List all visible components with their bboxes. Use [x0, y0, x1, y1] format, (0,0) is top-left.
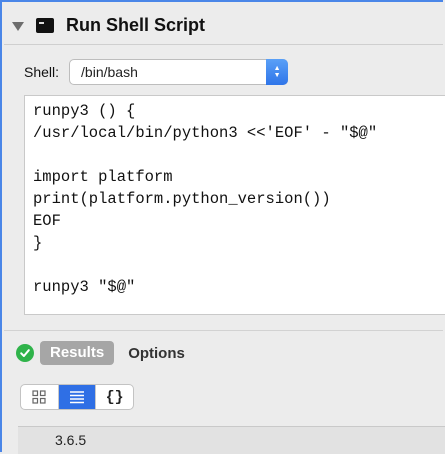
- script-editor[interactable]: runpy3 () { /usr/local/bin/python3 <<'EO…: [24, 95, 445, 315]
- results-list: 3.6.5: [18, 426, 445, 454]
- list-icon: [70, 391, 84, 404]
- header-divider: [4, 44, 443, 45]
- view-list-button[interactable]: [58, 385, 97, 409]
- view-mode-control: {}: [20, 384, 134, 410]
- tab-options[interactable]: Options: [128, 345, 185, 362]
- shell-row: Shell: /bin/bash ▲ ▼: [24, 59, 289, 85]
- script-line: [33, 254, 440, 276]
- view-icon-grid-button[interactable]: [21, 385, 59, 409]
- checkmark-circle-icon: [16, 344, 34, 362]
- script-line: }: [33, 234, 43, 252]
- script-line: print(platform.python_version()): [33, 190, 331, 208]
- action-title: Run Shell Script: [66, 14, 206, 35]
- script-line: runpy3 () {: [33, 102, 136, 120]
- terminal-icon: [36, 17, 54, 33]
- chevron-up-down-icon[interactable]: ▲ ▼: [266, 59, 289, 85]
- shell-label: Shell:: [24, 64, 60, 80]
- shell-select[interactable]: /bin/bash ▲ ▼: [69, 59, 289, 85]
- view-braces-button[interactable]: {}: [96, 385, 133, 409]
- tab-results[interactable]: Results: [40, 341, 115, 365]
- action-header: Run Shell Script: [10, 12, 205, 38]
- script-line: runpy3 "$@": [33, 278, 136, 296]
- disclosure-triangle-icon[interactable]: [12, 21, 24, 31]
- action-panel: Run Shell Script Shell: /bin/bash ▲ ▼ run…: [0, 0, 445, 454]
- footer-divider: [4, 330, 443, 331]
- result-item[interactable]: 3.6.5: [55, 432, 86, 448]
- grid-icon: [32, 390, 46, 404]
- script-line: import platform: [33, 168, 173, 186]
- script-line: EOF: [33, 212, 61, 230]
- script-line: [33, 144, 440, 166]
- footer-tabs: Results Options: [16, 341, 185, 365]
- script-line: /usr/local/bin/python3 <<'EOF' - "$@": [33, 124, 378, 142]
- braces-icon: {}: [105, 388, 124, 406]
- shell-select-value: /bin/bash: [81, 64, 138, 80]
